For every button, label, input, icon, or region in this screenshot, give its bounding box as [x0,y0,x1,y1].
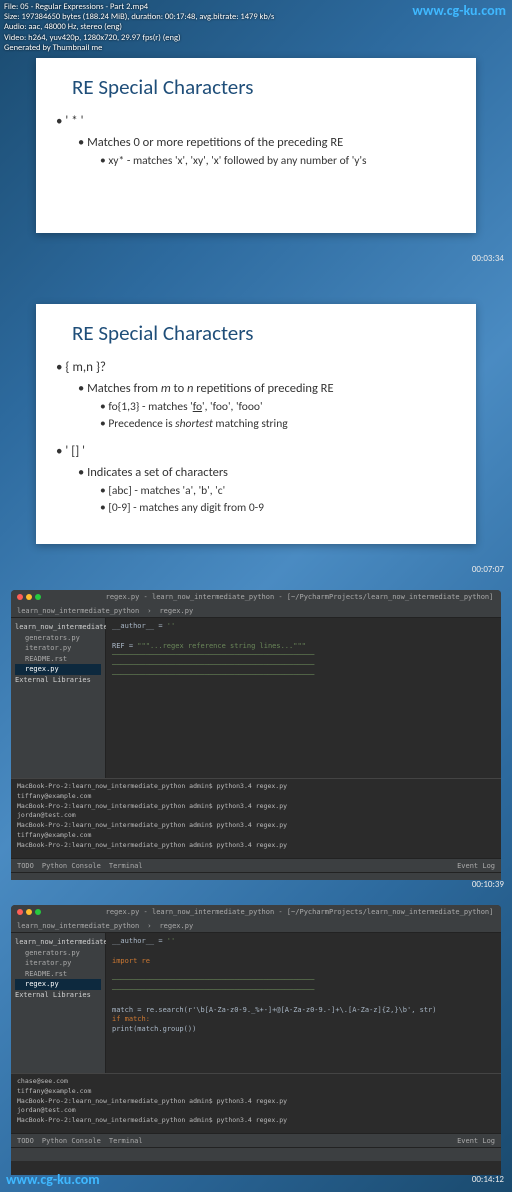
watermark-top: www.cg-ku.com [412,2,506,19]
file-iterator[interactable]: iterator.py [15,958,101,969]
project-root[interactable]: learn_now_intermediate_python [15,622,101,633]
slide1-bullet2: Matches 0 or more repetitions of the pre… [78,135,456,150]
terminal-line: tiffany@example.com [17,792,495,802]
slide1-bullet3: xy* - matches 'x', 'xy', 'x' followed by… [100,154,456,168]
tab-event-log[interactable]: Event Log [457,1137,495,1145]
maximize-icon[interactable] [35,594,41,600]
ide2-breadcrumb: learn_now_intermediate_python › regex.py [11,919,501,933]
ide1-bottom-tabs: TODO Python Console Terminal Event Log [11,858,501,872]
ide2-project-sidebar[interactable]: learn_now_intermediate_python generators… [11,933,106,1073]
slide2-a-bullet3: fo{1,3} - matches 'fo', 'foo', 'fooo' [100,400,456,414]
terminal-line: MacBook-Pro-2:learn_now_intermediate_pyt… [17,802,495,812]
slide2-b-bullet2: Indicates a set of characters [78,465,456,480]
minimize-icon[interactable] [26,909,32,915]
meta-size: Size: 197384650 bytes (188.24 MiB), dura… [4,12,274,22]
slide1-title: RE Special Characters [72,74,456,100]
terminal-line: jordan@test.com [17,811,495,821]
ide2-statusbar [11,1147,501,1161]
slide2-a-bullet2: Matches from m to n repetitions of prece… [78,381,456,396]
slide2-a-bullet4: Precedence is shortest matching string [100,417,456,431]
timestamp-4: 00:14:12 [472,1174,504,1185]
file-regex[interactable]: regex.py [15,664,101,675]
meta-video: Video: h264, yuv420p, 1280x720, 29.97 fp… [4,33,274,43]
tab-python-console[interactable]: Python Console [42,1137,101,1145]
tab-terminal[interactable]: Terminal [109,862,143,870]
ide1-editor[interactable]: __author__ = '' REF = """...regex refere… [106,618,501,778]
meta-audio: Audio: aac, 48000 Hz, stereo (eng) [4,22,274,32]
ide2-terminal[interactable]: chase@see.com tiffany@example.com MacBoo… [11,1073,501,1133]
breadcrumb-file[interactable]: regex.py [159,607,193,615]
watermark-bottom: www.cg-ku.com [6,1171,100,1188]
slide2-a-bullet1: { m,n }? [56,360,456,375]
ide-screenshot-2: regex.py - learn_now_intermediate_python… [11,905,501,1175]
ide1-project-sidebar[interactable]: learn_now_intermediate_python generators… [11,618,106,778]
tab-python-console[interactable]: Python Console [42,862,101,870]
breadcrumb-root[interactable]: learn_now_intermediate_python [17,922,139,930]
close-icon[interactable] [17,909,23,915]
external-libraries[interactable]: External Libraries [15,675,101,686]
file-regex[interactable]: regex.py [15,979,101,990]
meta-file: File: 05 - Regular Expressions - Part 2.… [4,2,274,12]
ide1-statusbar [11,872,501,880]
terminal-line: MacBook-Pro-2:learn_now_intermediate_pyt… [17,1097,495,1107]
terminal-line: tiffany@example.com [17,1087,495,1097]
slide2-b-bullet4: [0-9] - matches any digit from 0-9 [100,501,456,515]
file-generators[interactable]: generators.py [15,633,101,644]
terminal-line: jordan@test.com [17,1106,495,1116]
ide1-window-title: regex.py - learn_now_intermediate_python… [104,593,495,601]
file-generators[interactable]: generators.py [15,948,101,959]
terminal-line: MacBook-Pro-2:learn_now_intermediate_pyt… [17,782,495,792]
slide2-b-bullet1: ' [] ' [56,444,456,459]
slide2-title: RE Special Characters [72,320,456,346]
ide-screenshot-1: regex.py - learn_now_intermediate_python… [11,590,501,880]
minimize-icon[interactable] [26,594,32,600]
timestamp-1: 00:03:34 [472,253,504,264]
meta-generated: Generated by Thumbnail me [4,43,274,53]
terminal-line: tiffany@example.com [17,831,495,841]
ide1-breadcrumb: learn_now_intermediate_python › regex.py [11,604,501,618]
timestamp-2: 00:07:07 [472,564,504,575]
maximize-icon[interactable] [35,909,41,915]
tab-todo[interactable]: TODO [17,862,34,870]
file-iterator[interactable]: iterator.py [15,643,101,654]
terminal-line: MacBook-Pro-2:learn_now_intermediate_pyt… [17,841,495,851]
slide-1: RE Special Characters ' * ' Matches 0 or… [36,58,476,233]
breadcrumb-file[interactable]: regex.py [159,922,193,930]
ide2-editor[interactable]: __author__ = '' import re ──────────────… [106,933,501,1073]
ide2-bottom-tabs: TODO Python Console Terminal Event Log [11,1133,501,1147]
tab-event-log[interactable]: Event Log [457,862,495,870]
ide1-titlebar: regex.py - learn_now_intermediate_python… [11,590,501,604]
ide1-terminal[interactable]: MacBook-Pro-2:learn_now_intermediate_pyt… [11,778,501,858]
project-root[interactable]: learn_now_intermediate_python [15,937,101,948]
tab-terminal[interactable]: Terminal [109,1137,143,1145]
slide-2: RE Special Characters { m,n }? Matches f… [36,304,476,544]
breadcrumb-root[interactable]: learn_now_intermediate_python [17,607,139,615]
file-readme[interactable]: README.rst [15,969,101,980]
close-icon[interactable] [17,594,23,600]
terminal-line: chase@see.com [17,1077,495,1087]
terminal-line: MacBook-Pro-2:learn_now_intermediate_pyt… [17,821,495,831]
external-libraries[interactable]: External Libraries [15,990,101,1001]
terminal-line: MacBook-Pro-2:learn_now_intermediate_pyt… [17,1116,495,1126]
slide1-bullet1: ' * ' [56,114,456,129]
ide2-window-title: regex.py - learn_now_intermediate_python… [104,908,495,916]
file-readme[interactable]: README.rst [15,654,101,665]
video-metadata: File: 05 - Regular Expressions - Part 2.… [4,2,274,53]
timestamp-3: 00:10:39 [472,879,504,890]
tab-todo[interactable]: TODO [17,1137,34,1145]
ide2-titlebar: regex.py - learn_now_intermediate_python… [11,905,501,919]
slide2-b-bullet3: [abc] - matches 'a', 'b', 'c' [100,484,456,498]
